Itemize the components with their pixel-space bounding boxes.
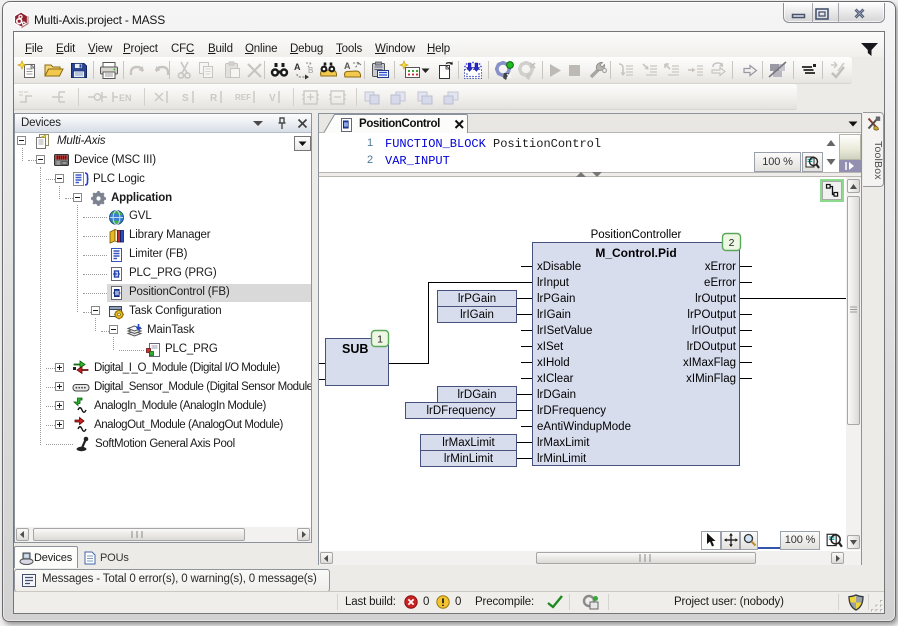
svg-text:lrMinLimit: lrMinLimit — [444, 453, 494, 465]
svg-text:R: R — [210, 93, 218, 104]
svg-text:xDisable: xDisable — [537, 261, 581, 273]
svg-text:PositionController: PositionController — [591, 229, 682, 241]
svg-text:lrMaxLimit: lrMaxLimit — [537, 437, 590, 449]
svg-text:lrIGain: lrIGain — [460, 309, 494, 321]
svg-text:lrPOutput: lrPOutput — [687, 309, 736, 321]
svg-text:A: A — [294, 62, 301, 72]
svg-text:lrDGain: lrDGain — [458, 389, 497, 401]
svg-text:lrPGain: lrPGain — [537, 293, 575, 305]
svg-text:EN: EN — [119, 93, 132, 103]
svg-text:lrDFrequency: lrDFrequency — [537, 405, 606, 417]
svg-text:SUB: SUB — [342, 342, 368, 356]
svg-text:1: 1 — [377, 334, 383, 346]
svg-text:lrIOutput: lrIOutput — [692, 325, 737, 337]
svg-text:lrMaxLimit: lrMaxLimit — [442, 437, 495, 449]
svg-text:lrIGain: lrIGain — [537, 309, 571, 321]
svg-text:lrISetValue: lrISetValue — [537, 325, 592, 337]
svg-text:eError: eError — [704, 277, 736, 289]
svg-text:M_Control.Pid: M_Control.Pid — [595, 246, 676, 260]
svg-text:B: B — [308, 66, 313, 75]
svg-text:2: 2 — [729, 237, 735, 249]
svg-text:xIClear: xIClear — [537, 373, 574, 385]
svg-text:lrDGain: lrDGain — [537, 389, 576, 401]
svg-text:V: V — [269, 93, 276, 104]
svg-text:xIHold: xIHold — [537, 357, 570, 369]
svg-text:lrDFrequency: lrDFrequency — [426, 405, 495, 417]
svg-text:S: S — [182, 93, 189, 104]
svg-text:lrInput: lrInput — [537, 277, 570, 289]
svg-text:A: A — [344, 61, 351, 71]
svg-text:xISet: xISet — [537, 341, 564, 353]
svg-text:xError: xError — [705, 261, 736, 273]
svg-text:xIMaxFlag: xIMaxFlag — [683, 357, 736, 369]
svg-text:eAntiWindupMode: eAntiWindupMode — [537, 421, 631, 433]
svg-text:REF: REF — [235, 93, 251, 102]
svg-text:lrDOutput: lrDOutput — [687, 341, 737, 353]
svg-text:lrOutput: lrOutput — [695, 293, 737, 305]
svg-text:xIMinFlag: xIMinFlag — [686, 373, 736, 385]
svg-text:lrMinLimit: lrMinLimit — [537, 453, 587, 465]
svg-text:lrPGain: lrPGain — [458, 293, 496, 305]
